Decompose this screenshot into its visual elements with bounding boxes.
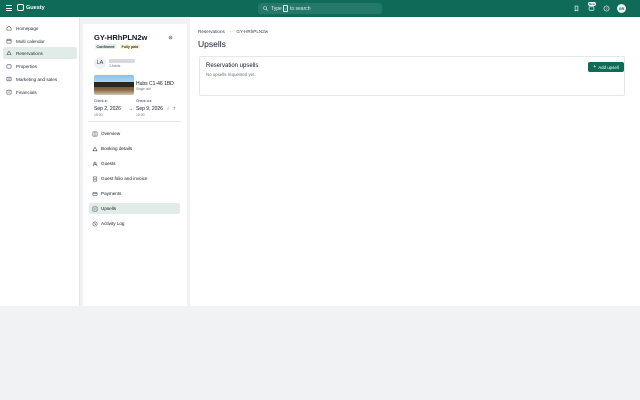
reservation-code: GY-HRhPLN2w xyxy=(94,33,148,42)
sidebar-item-homepage[interactable]: Homepage xyxy=(3,22,77,34)
sidebar-item-financials[interactable]: Financials xyxy=(3,86,77,98)
sidebar-item-label: Homepage xyxy=(16,25,39,31)
menu-item-label: Overview xyxy=(101,131,121,136)
search-shortcut-key: / xyxy=(283,5,289,12)
menu-item-label: Booking details xyxy=(101,146,133,151)
search-icon xyxy=(263,6,268,11)
guest-name-redacted[interactable] xyxy=(109,59,135,63)
check-out-date: Sep 9, 2026 xyxy=(136,106,163,112)
guests-icon xyxy=(92,161,98,166)
check-in-date: Sep 2, 2026 xyxy=(94,106,121,112)
status-badge-confirmed: Confirmed xyxy=(95,44,116,49)
menu-icon[interactable] xyxy=(6,5,12,12)
listing-photo[interactable] xyxy=(94,75,134,95)
menu-item-activity-log[interactable]: Activity Log xyxy=(89,218,180,229)
menu-item-label: Guest folio and invoice xyxy=(101,176,148,181)
reservation-panel: GY-HRhPLN2w Confirmed Fully paid LA 2 Ad… xyxy=(83,24,187,306)
logo-mark-icon xyxy=(17,4,24,11)
status-badge-paid: Fully paid xyxy=(120,44,140,49)
booking-details-icon xyxy=(92,146,98,151)
sidebar-item-marketing[interactable]: Marketing and sales xyxy=(3,73,77,85)
financials-icon xyxy=(6,89,12,95)
menu-item-label: Activity Log xyxy=(101,221,125,226)
sidebar-item-multi-calendar[interactable]: Multi calendar xyxy=(3,35,77,47)
chevron-right-icon: › xyxy=(229,29,232,34)
svg-text:?: ? xyxy=(606,7,608,11)
home-icon xyxy=(6,25,12,31)
sidebar-item-label: Properties xyxy=(16,63,37,69)
search-suffix: to search xyxy=(289,5,311,12)
upsells-icon xyxy=(92,206,98,211)
check-out-time: 10:00 xyxy=(136,113,145,117)
sidebar-item-label: Reservations xyxy=(16,50,43,56)
reservations-icon xyxy=(6,50,12,55)
plus-icon: + xyxy=(593,63,597,70)
card-title: Reservation upsells xyxy=(206,63,259,69)
menu-item-guests[interactable]: Guests xyxy=(89,158,180,169)
listing-type: Single unit xyxy=(136,87,151,91)
sidebar-item-label: Multi calendar xyxy=(16,38,45,44)
sidebar-item-label: Financials xyxy=(16,89,37,95)
divider xyxy=(89,121,181,122)
breadcrumb-current: GY-HRhPLN2w xyxy=(236,29,269,34)
add-upsell-button[interactable]: + Add upsell xyxy=(588,62,624,72)
sidebar-item-properties[interactable]: Properties xyxy=(3,60,77,72)
new-badge: New xyxy=(588,2,597,6)
search-input[interactable]: Type / to search xyxy=(258,3,382,14)
upsells-card: Reservation upsells No upsells requested… xyxy=(199,56,625,96)
guest-avatar[interactable]: LA xyxy=(94,57,106,69)
arrow-right-icon: → xyxy=(128,106,133,112)
check-out-label: Check-out xyxy=(136,99,152,103)
help-icon[interactable]: ? xyxy=(603,5,610,12)
sidebar: Homepage Multi calendar Reservations Pro… xyxy=(0,17,80,306)
empty-state-text: No upsells requested yet. xyxy=(206,72,256,77)
menu-item-payments[interactable]: Payments xyxy=(89,188,180,199)
menu-item-label: Guests xyxy=(101,161,116,166)
payments-icon xyxy=(92,191,98,196)
activity-log-icon xyxy=(92,221,98,226)
moon-icon: ☾ xyxy=(167,106,172,111)
search-prefix: Type xyxy=(271,5,282,12)
gear-icon[interactable] xyxy=(168,35,173,40)
menu-item-booking-details[interactable]: Booking details xyxy=(89,143,180,154)
chat-icon[interactable] xyxy=(588,5,595,12)
overview-icon xyxy=(92,131,98,136)
check-in-label: Check-in xyxy=(94,99,108,103)
check-in-time: 15:00 xyxy=(94,113,103,117)
menu-item-upsells[interactable]: Upsells xyxy=(89,203,180,214)
menu-item-label: Payments xyxy=(101,191,122,196)
invoice-icon xyxy=(92,176,98,181)
top-bar: Guesty Type / to search New ? GR xyxy=(0,0,640,17)
breadcrumb-reservations[interactable]: Reservations xyxy=(198,29,225,34)
menu-item-guest-folio[interactable]: Guest folio and invoice xyxy=(89,173,180,184)
menu-item-overview[interactable]: Overview xyxy=(89,128,180,139)
guesty-logo[interactable]: Guesty xyxy=(17,4,45,11)
calendar-icon xyxy=(6,38,12,44)
breadcrumb: Reservations › GY-HRhPLN2w xyxy=(198,29,268,34)
logo-text: Guesty xyxy=(26,4,45,11)
main-content: Reservations › GY-HRhPLN2w Upsells Reser… xyxy=(190,17,640,306)
marketing-icon xyxy=(6,76,12,82)
page-title: Upsells xyxy=(198,39,226,49)
bookmark-icon[interactable] xyxy=(573,5,580,12)
properties-icon xyxy=(6,64,12,69)
user-avatar[interactable]: GR xyxy=(617,4,626,13)
menu-item-label: Upsells xyxy=(101,206,117,211)
guest-count: 2 Adults xyxy=(109,64,121,68)
sidebar-item-label: Marketing and sales xyxy=(16,76,58,82)
add-upsell-label: Add upsell xyxy=(598,64,619,70)
nights-count: 7 xyxy=(173,106,176,111)
sidebar-item-reservations[interactable]: Reservations xyxy=(3,47,77,59)
